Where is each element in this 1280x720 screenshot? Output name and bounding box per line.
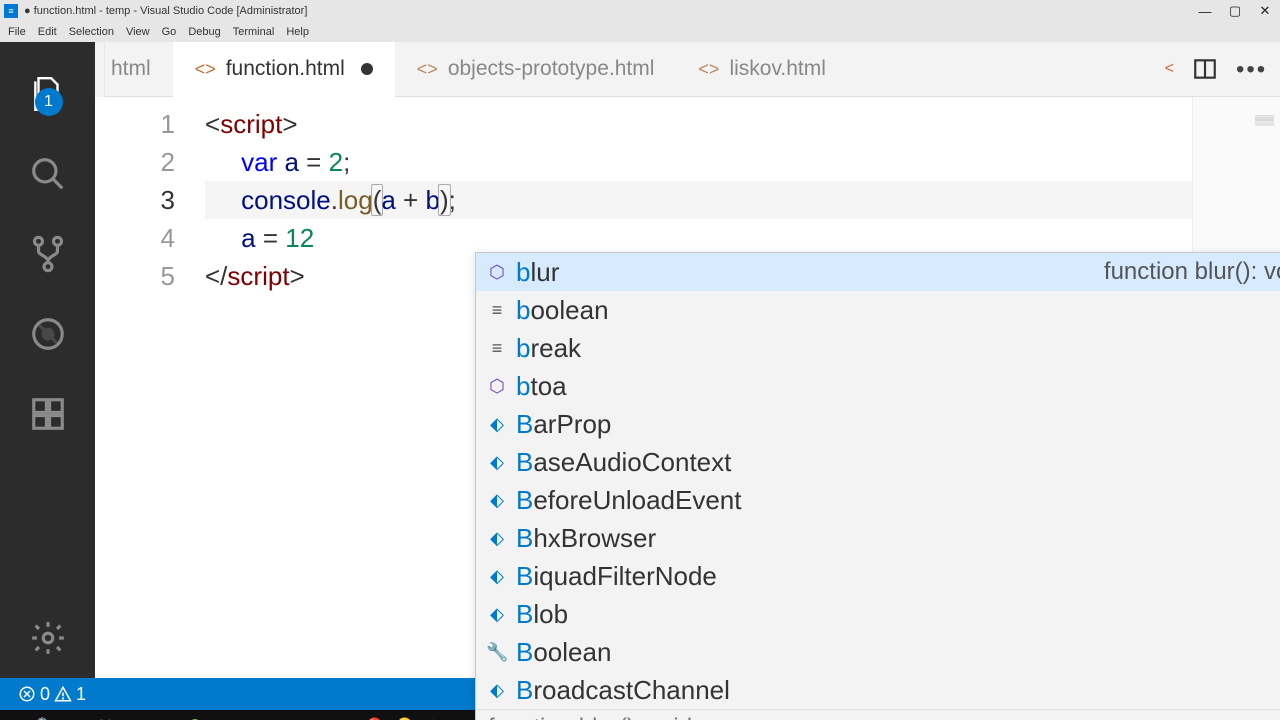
tab-bar: html <> function.html <> objects-prototy… — [95, 42, 1280, 97]
iface-icon: ⬖ — [486, 680, 508, 701]
iface-icon: ⬖ — [486, 528, 508, 549]
menu-view[interactable]: View — [120, 26, 156, 38]
status-problems[interactable]: 0 1 — [12, 684, 92, 705]
suggest-item[interactable]: 🔧 Boolean — [476, 633, 1280, 671]
suggest-label: BhxBrowser — [516, 523, 656, 554]
task-search-icon[interactable]: 🔍 — [30, 710, 60, 720]
activity-bar: 1 — [0, 42, 95, 678]
suggest-label: BroadcastChannel — [516, 675, 730, 706]
task-view-icon[interactable]: ▭ — [60, 710, 90, 720]
suggest-label: Blob — [516, 599, 568, 630]
activity-debug[interactable] — [23, 294, 73, 374]
taskbar-app[interactable]: 🔴 — [360, 710, 390, 720]
line-number-gutter: 1 2 3 4 5 — [95, 97, 205, 678]
tab-html[interactable]: html — [105, 42, 173, 97]
start-button[interactable]: ⊞ — [0, 710, 30, 720]
tab-liskov[interactable]: <> liskov.html — [676, 42, 848, 97]
suggest-item[interactable]: ⬖ BiquadFilterNode — [476, 557, 1280, 595]
intellisense-popup: ⬡ blur function blur(): void ≡ boolean ≡ break… — [475, 252, 1280, 720]
iface-icon: ⬖ — [486, 604, 508, 625]
suggest-label: Boolean — [516, 637, 611, 668]
menu-go[interactable]: Go — [156, 26, 183, 38]
activity-scm[interactable] — [23, 214, 73, 294]
taskbar-app[interactable]: ▣ — [210, 710, 240, 720]
taskbar-app[interactable]: ■ — [120, 710, 150, 720]
iface-icon: ⬖ — [486, 414, 508, 435]
menu-edit[interactable]: Edit — [32, 26, 63, 38]
cube-icon: ⬡ — [486, 262, 508, 283]
wrench-icon: 🔧 — [486, 642, 508, 663]
menubar: File Edit Selection View Go Debug Termin… — [0, 22, 1280, 42]
close-button[interactable]: ✕ — [1250, 0, 1280, 22]
html-file-icon: <> — [417, 59, 438, 80]
window-title: ● function.html - temp - Visual Studio C… — [22, 5, 1190, 17]
minimize-button[interactable]: — — [1190, 0, 1220, 22]
activity-settings[interactable] — [23, 598, 73, 678]
keyword-icon: ≡ — [486, 300, 508, 321]
taskbar-chrome-icon[interactable]: 🟡 — [390, 710, 420, 720]
iface-icon: ⬖ — [486, 490, 508, 511]
taskbar-app[interactable]: ⬤ — [180, 710, 210, 720]
suggest-label: blur — [516, 257, 559, 288]
taskbar-app[interactable]: ◆ — [330, 710, 360, 720]
suggest-doc: function blur(): void × — [476, 709, 1280, 720]
menu-debug[interactable]: Debug — [182, 26, 226, 38]
taskbar-app[interactable]: ◉ — [270, 710, 300, 720]
explorer-badge: 1 — [35, 88, 63, 116]
editor-area: html <> function.html <> objects-prototy… — [95, 42, 1280, 678]
suggest-label: BiquadFilterNode — [516, 561, 717, 592]
suggest-item[interactable]: ⬡ blur function blur(): void — [476, 253, 1280, 291]
suggest-item[interactable]: ≡ break — [476, 329, 1280, 367]
iface-icon: ⬖ — [486, 452, 508, 473]
activity-extensions[interactable] — [23, 374, 73, 454]
iface-icon: ⬖ — [486, 566, 508, 587]
taskbar-app[interactable]: ✈ — [420, 710, 450, 720]
cube-icon: ⬡ — [486, 376, 508, 397]
html-file-icon: < — [1165, 60, 1174, 78]
taskbar-app[interactable]: ▦ — [240, 710, 270, 720]
vscode-icon: ≡ — [4, 4, 18, 18]
suggest-item[interactable]: ⬖ BaseAudioContext — [476, 443, 1280, 481]
html-file-icon: <> — [698, 59, 719, 80]
tab-objects-prototype[interactable]: <> objects-prototype.html — [395, 42, 677, 97]
suggest-label: btoa — [516, 371, 567, 402]
menu-help[interactable]: Help — [280, 26, 315, 38]
more-actions-icon[interactable]: ••• — [1236, 56, 1262, 82]
suggest-label: BarProp — [516, 409, 611, 440]
taskbar-app[interactable]: ▤ — [300, 710, 330, 720]
menu-terminal[interactable]: Terminal — [227, 26, 281, 38]
suggest-label: BeforeUnloadEvent — [516, 485, 741, 516]
suggest-item[interactable]: ⬖ BroadcastChannel — [476, 671, 1280, 709]
keyword-icon: ≡ — [486, 338, 508, 359]
dirty-indicator-icon — [361, 63, 373, 75]
activity-search[interactable] — [23, 134, 73, 214]
maximize-button[interactable]: ▢ — [1220, 0, 1250, 22]
menu-file[interactable]: File — [2, 26, 32, 38]
suggest-item[interactable]: ⬖ BeforeUnloadEvent — [476, 481, 1280, 519]
suggest-item[interactable]: ⬖ BarProp — [476, 405, 1280, 443]
suggest-detail: function blur(): void — [1104, 258, 1280, 286]
suggest-label: BaseAudioContext — [516, 447, 731, 478]
suggest-item[interactable]: ⬡ btoa — [476, 367, 1280, 405]
menu-selection[interactable]: Selection — [63, 26, 120, 38]
taskbar-app[interactable]: ◈ — [150, 710, 180, 720]
file-explorer-icon[interactable]: 📁 — [90, 710, 120, 720]
html-file-icon: <> — [195, 59, 216, 80]
tab-function-html[interactable]: <> function.html — [173, 42, 395, 97]
suggest-item[interactable]: ≡ boolean — [476, 291, 1280, 329]
activity-explorer[interactable]: 1 — [23, 54, 73, 134]
titlebar: ≡ ● function.html - temp - Visual Studio… — [0, 0, 1280, 22]
suggest-label: break — [516, 333, 581, 364]
suggest-label: boolean — [516, 295, 609, 326]
suggest-item[interactable]: ⬖ BhxBrowser — [476, 519, 1280, 557]
split-editor-icon[interactable] — [1192, 56, 1218, 82]
suggest-item[interactable]: ⬖ Blob — [476, 595, 1280, 633]
